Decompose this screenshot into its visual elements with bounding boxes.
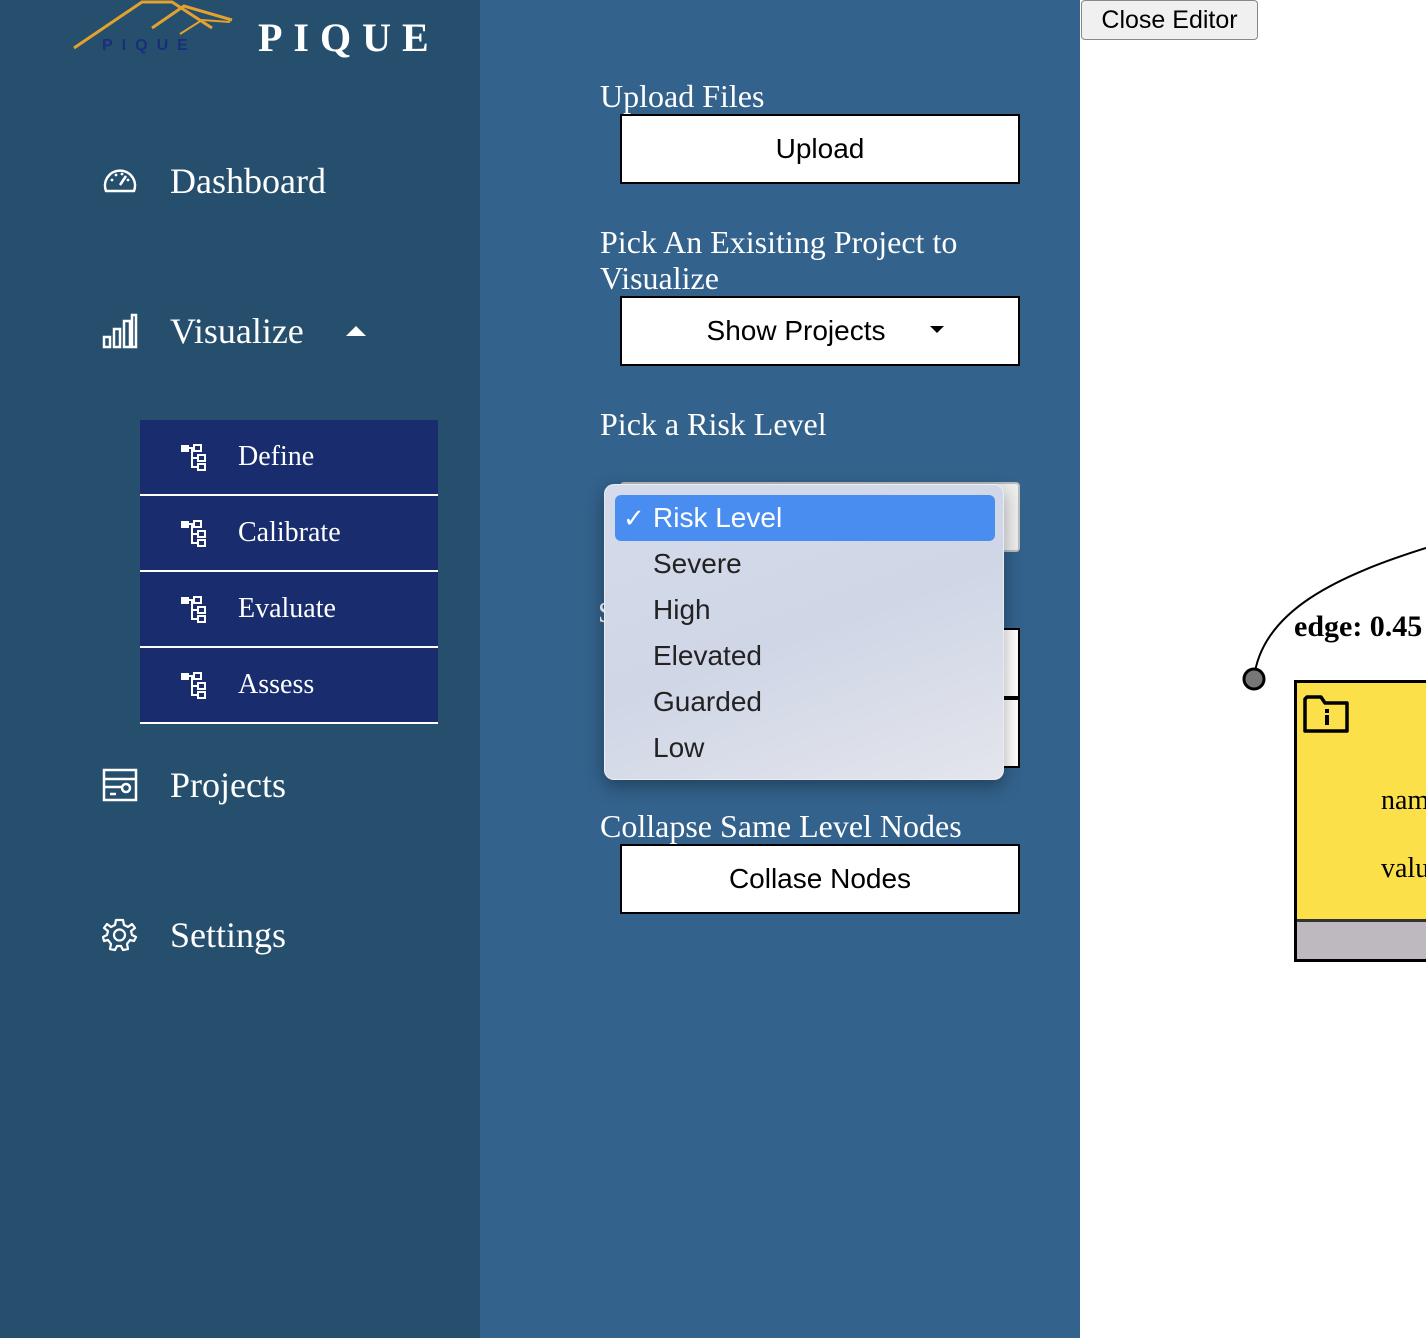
submenu-item-label: Evaluate — [238, 593, 336, 624]
sidebar-item-label: Projects — [170, 765, 286, 805]
upload-files-label: Upload Files — [600, 78, 765, 114]
bar-chart-icon — [100, 311, 140, 351]
tree-icon — [181, 596, 206, 623]
collapse-nodes-button[interactable]: Collase Nodes — [620, 844, 1020, 914]
menu-option-high[interactable]: High — [615, 587, 995, 633]
close-editor-button[interactable]: Close Editor — [1081, 0, 1258, 40]
graph-edges — [1242, 547, 1426, 691]
show-projects-button[interactable]: Show Projects — [620, 296, 1020, 366]
menu-option-elevated[interactable]: Elevated — [615, 633, 995, 679]
sidebar-item-label: Dashboard — [170, 161, 326, 201]
gear-icon — [100, 915, 140, 955]
submenu-item-label: Calibrate — [238, 517, 341, 548]
svg-text:PIQUE: PIQUE — [102, 37, 197, 54]
sidebar: PIQUE PIQUE Dashboard Visualize Define C… — [0, 0, 480, 1338]
submenu-item-assess[interactable]: Assess — [140, 648, 438, 724]
menu-option-severe[interactable]: Severe — [615, 541, 995, 587]
sidebar-item-dashboard[interactable]: Dashboard — [100, 160, 326, 202]
edge-label: edge: 0.45 — [1294, 610, 1423, 643]
edge-handle — [1242, 667, 1266, 691]
node-value-text: valu — [1381, 853, 1426, 884]
menu-option-label: High — [653, 594, 711, 625]
tree-icon — [181, 672, 206, 699]
menu-option-label: Elevated — [653, 640, 762, 671]
chevron-up-icon[interactable] — [345, 326, 366, 336]
submenu-item-evaluate[interactable]: Evaluate — [140, 572, 438, 648]
project-icon — [100, 765, 140, 805]
upload-button[interactable]: Upload — [620, 114, 1020, 184]
submenu-item-define[interactable]: Define — [140, 420, 438, 496]
sidebar-item-visualize[interactable]: Visualize — [100, 310, 366, 352]
visualize-submenu: Define Calibrate Evaluate Assess — [140, 420, 438, 724]
graph-canvas[interactable] — [1080, 0, 1426, 1338]
risk-level-dropdown-menu: ✓ Risk Level Severe High Elevated Guarde… — [604, 484, 1004, 780]
tree-icon — [181, 520, 206, 547]
sidebar-item-label: Settings — [170, 915, 287, 955]
submenu-item-label: Assess — [238, 669, 315, 700]
menu-option-risk-level[interactable]: ✓ Risk Level — [615, 495, 995, 541]
graph-node[interactable]: nam valu — [1294, 680, 1426, 962]
menu-option-guarded[interactable]: Guarded — [615, 679, 995, 725]
node-name-text: nam — [1381, 785, 1426, 816]
pick-project-label: Pick An Exisiting Project to Visualize — [600, 224, 958, 296]
submenu-item-calibrate[interactable]: Calibrate — [140, 496, 438, 572]
pique-logo: PIQUE — [73, 0, 233, 54]
checkmark-icon: ✓ — [623, 503, 645, 533]
brand-title: PIQUE — [258, 15, 440, 60]
risk-level-label: Pick a Risk Level — [600, 406, 827, 442]
gauge-icon — [100, 161, 140, 201]
node-footer — [1297, 919, 1426, 959]
menu-option-low[interactable]: Low — [615, 725, 995, 771]
menu-option-label: Risk Level — [653, 502, 783, 533]
sidebar-item-label: Visualize — [170, 311, 304, 351]
sidebar-item-settings[interactable]: Settings — [100, 914, 286, 956]
menu-option-label: Low — [653, 732, 705, 763]
menu-option-label: Severe — [653, 548, 742, 579]
submenu-item-label: Define — [238, 441, 315, 472]
menu-option-label: Guarded — [653, 686, 762, 717]
collapse-label: Collapse Same Level Nodes — [600, 808, 962, 844]
show-projects-label: Show Projects — [706, 315, 886, 346]
tree-icon — [181, 444, 206, 471]
caret-down-icon — [930, 326, 944, 333]
sidebar-item-projects[interactable]: Projects — [100, 764, 286, 806]
info-folder-icon — [1303, 695, 1349, 733]
